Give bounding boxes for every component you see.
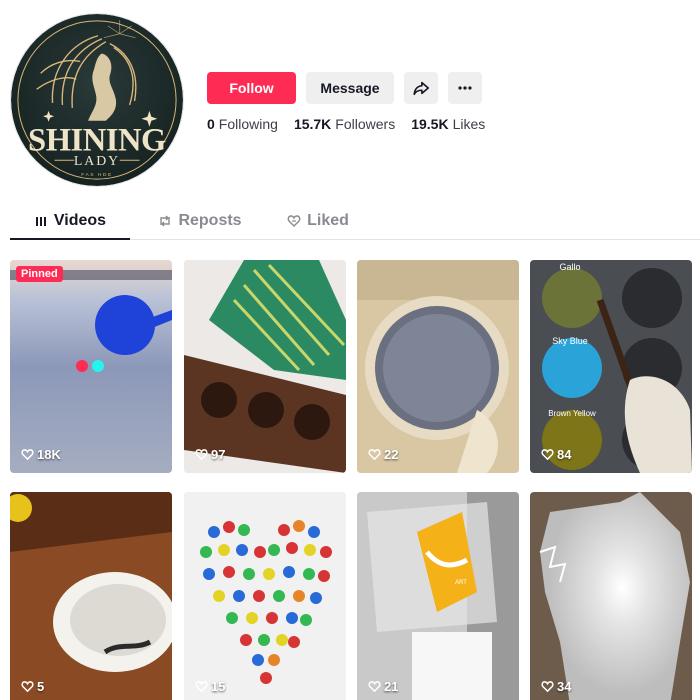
video-thumbnail: ART bbox=[357, 492, 519, 700]
view-count: 21 bbox=[368, 679, 398, 694]
heart-outline-icon bbox=[21, 449, 34, 461]
tab-liked[interactable]: Liked bbox=[278, 204, 358, 240]
shining-lady-logo: SHINING LADY FAS HDE bbox=[11, 14, 183, 186]
video-card[interactable]: Gallo Sky Blue Brown Yellow 84 bbox=[530, 260, 692, 473]
share-arrow-icon bbox=[413, 81, 430, 96]
share-button[interactable] bbox=[404, 72, 438, 104]
likes-count: 19.5K bbox=[411, 116, 449, 132]
paint-label: Brown Yellow bbox=[548, 409, 596, 418]
logo-small-text: FAS HDE bbox=[81, 172, 113, 178]
video-thumbnail bbox=[357, 260, 519, 473]
heart-outline-icon bbox=[368, 449, 381, 461]
tab-videos[interactable]: Videos bbox=[10, 204, 130, 240]
view-count-text: 5 bbox=[37, 679, 45, 694]
view-count-text: 34 bbox=[557, 679, 572, 694]
followers-label: Followers bbox=[335, 116, 396, 132]
view-count-text: 22 bbox=[384, 447, 399, 462]
heart-outline-icon bbox=[195, 681, 208, 693]
liked-heart-icon bbox=[287, 215, 301, 227]
profile-actions: Follow Message bbox=[207, 72, 482, 104]
video-card[interactable]: 15 bbox=[184, 492, 346, 700]
followers-count: 15.7K bbox=[293, 116, 332, 132]
more-dots-icon bbox=[458, 86, 472, 90]
bag-label: ART bbox=[455, 580, 467, 586]
view-count: 15 bbox=[195, 679, 225, 694]
video-card[interactable]: ART 21 bbox=[357, 492, 519, 700]
follow-button[interactable]: Follow bbox=[207, 72, 296, 104]
tab-reposts[interactable]: Reposts bbox=[150, 204, 250, 240]
followers-stat[interactable]: 15.7K Followers bbox=[294, 116, 395, 132]
video-thumbnail bbox=[10, 260, 172, 473]
tab-videos-label: Videos bbox=[53, 212, 107, 229]
video-thumbnail bbox=[184, 260, 346, 473]
likes-stat: 19.5K Likes bbox=[411, 116, 485, 132]
view-count-text: 18K bbox=[37, 447, 61, 462]
view-count: 5 bbox=[21, 679, 44, 694]
view-count-text: 84 bbox=[557, 447, 572, 462]
video-thumbnail: Gallo Sky Blue Brown Yellow bbox=[530, 260, 692, 473]
more-button[interactable] bbox=[448, 72, 482, 104]
pinned-badge: Pinned bbox=[16, 266, 63, 282]
video-card[interactable]: 5 bbox=[10, 492, 172, 700]
logo-sub-text: LADY bbox=[74, 153, 120, 168]
video-card[interactable]: 97 bbox=[184, 260, 346, 473]
video-card[interactable]: Pinned 18K bbox=[10, 260, 172, 473]
tab-reposts-label: Reposts bbox=[178, 212, 242, 229]
view-count-text: 15 bbox=[211, 679, 226, 694]
video-card[interactable]: 22 bbox=[357, 260, 519, 473]
heart-outline-icon bbox=[541, 449, 554, 461]
active-tab-indicator bbox=[10, 238, 130, 240]
video-thumbnail bbox=[184, 492, 346, 700]
view-count: 22 bbox=[368, 447, 398, 462]
repost-icon bbox=[160, 215, 171, 227]
likes-label: Likes bbox=[452, 116, 486, 132]
view-count-text: 21 bbox=[384, 679, 399, 694]
video-card[interactable]: 34 bbox=[530, 492, 692, 700]
profile-tabs: Videos Reposts Liked bbox=[10, 204, 700, 240]
heart-outline-icon bbox=[368, 681, 381, 693]
view-count: 97 bbox=[195, 447, 225, 462]
following-stat[interactable]: 0 Following bbox=[207, 116, 278, 132]
view-count: 18K bbox=[21, 447, 61, 462]
profile-avatar[interactable]: SHINING LADY FAS HDE bbox=[10, 13, 184, 187]
profile-stats: 0 Following 15.7K Followers 19.5K Likes bbox=[207, 116, 485, 132]
heart-outline-icon bbox=[195, 449, 208, 461]
heart-outline-icon bbox=[541, 681, 554, 693]
video-thumbnail bbox=[530, 492, 692, 700]
view-count: 84 bbox=[541, 447, 571, 462]
video-thumbnail bbox=[10, 492, 172, 700]
following-label: Following bbox=[218, 116, 278, 132]
grid-lines-icon bbox=[35, 217, 46, 226]
view-count-text: 97 bbox=[211, 447, 226, 462]
view-count: 34 bbox=[541, 679, 571, 694]
heart-outline-icon bbox=[21, 681, 34, 693]
following-count: 0 bbox=[207, 116, 215, 132]
tab-liked-label: Liked bbox=[307, 212, 349, 229]
paint-label: Sky Blue bbox=[552, 336, 588, 346]
paint-label: Gallo bbox=[559, 262, 580, 272]
message-button[interactable]: Message bbox=[306, 72, 394, 104]
